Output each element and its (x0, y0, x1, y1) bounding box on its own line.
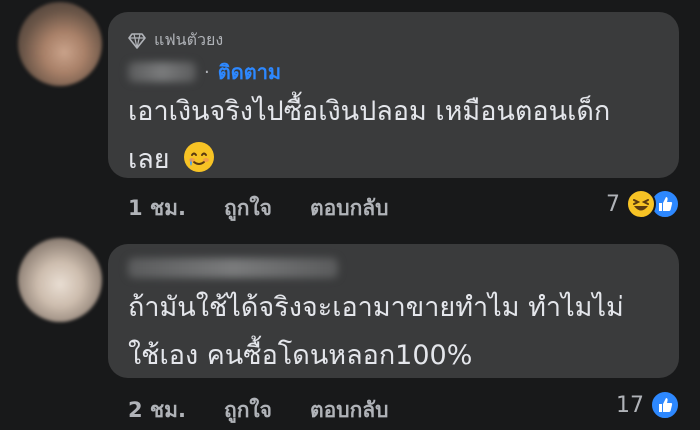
reaction-summary[interactable]: 17 (616, 390, 680, 420)
comment-text: เอาเงินจริงไปซื้อเงินปลอม เหมือนตอนเด็ก … (128, 88, 668, 184)
comment-timestamp[interactable]: 1 ชม. (128, 192, 186, 225)
comment-timestamp[interactable]: 2 ชม. (128, 394, 186, 427)
commenter-avatar[interactable] (18, 238, 102, 322)
badge-label: แฟนตัวยง (154, 30, 224, 49)
comment-bubble: ถ้ามันใช้ได้จริงจะเอามาขายทำไม ทำไมไม่ ใ… (108, 244, 679, 378)
comment-text-line: ใช้เอง คนซื้อโดนหลอก100% (128, 340, 473, 371)
like-button[interactable]: ถูกใจ (224, 192, 272, 225)
reply-button[interactable]: ตอบกลับ (310, 192, 389, 225)
comment-actions: 2 ชม. ถูกใจ ตอบกลับ (128, 394, 389, 427)
reaction-summary[interactable]: 7 (606, 189, 680, 219)
commenter-name[interactable] (128, 258, 338, 278)
top-fan-badge: แฟนตัวยง (128, 28, 223, 53)
comment-text-line: ถ้ามันใช้ได้จริงจะเอามาขายทำไม ทำไมไม่ (128, 292, 624, 323)
smiling-face-with-tear-icon (184, 142, 215, 172)
comment-text: ถ้ามันใช้ได้จริงจะเอามาขายทำไม ทำไมไม่ ใ… (128, 284, 668, 380)
commenter-avatar[interactable] (18, 2, 102, 86)
reply-button[interactable]: ตอบกลับ (310, 394, 389, 427)
follow-link[interactable]: ติดตาม (218, 56, 281, 88)
comment-actions: 1 ชม. ถูกใจ ตอบกลับ (128, 192, 389, 225)
like-button[interactable]: ถูกใจ (224, 394, 272, 427)
reaction-count: 7 (606, 191, 620, 217)
laughing-face-icon (626, 189, 656, 219)
reaction-count: 17 (616, 392, 644, 418)
commenter-name[interactable] (128, 62, 196, 82)
diamond-icon (128, 32, 146, 49)
separator-dot: · (204, 61, 210, 83)
like-icon (650, 390, 680, 420)
comment-text-line: เลย (128, 144, 170, 175)
comment-text-line: เอาเงินจริงไปซื้อเงินปลอม เหมือนตอนเด็ก (128, 96, 611, 127)
comment-bubble: แฟนตัวยง · ติดตาม เอาเงินจริงไปซื้อเงินป… (108, 12, 679, 178)
